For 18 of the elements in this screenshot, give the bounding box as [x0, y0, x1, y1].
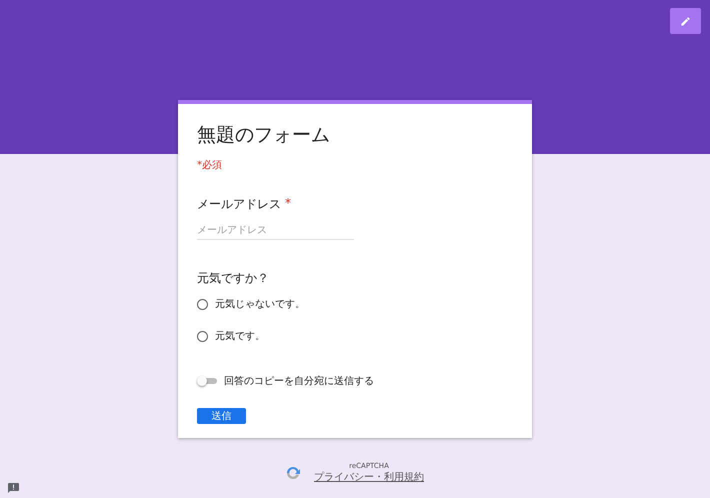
pencil-icon: [680, 16, 691, 26]
toggle-switch[interactable]: [197, 376, 217, 386]
option-label: 元気です。: [215, 330, 265, 343]
question-label: 元気ですか？: [197, 270, 269, 287]
privacy-terms-link[interactable]: プライバシー・利用規約: [314, 470, 424, 484]
submit-button[interactable]: 送信: [197, 408, 246, 424]
radio-button[interactable]: [197, 298, 208, 310]
feedback-icon[interactable]: [8, 483, 19, 493]
recaptcha-logo-icon: [286, 466, 300, 480]
required-mark: *: [285, 196, 291, 212]
required-note: *必須: [197, 158, 223, 172]
form-title: 無題のフォーム: [197, 123, 331, 148]
question-label: メールアドレス: [197, 196, 281, 213]
option-label: 元気じゃないです。: [215, 298, 305, 311]
radio-button[interactable]: [197, 330, 208, 342]
email-field[interactable]: メールアドレス: [197, 223, 354, 240]
toggle-label: 回答のコピーを自分宛に送信する: [224, 374, 374, 388]
edit-button[interactable]: [670, 8, 701, 34]
